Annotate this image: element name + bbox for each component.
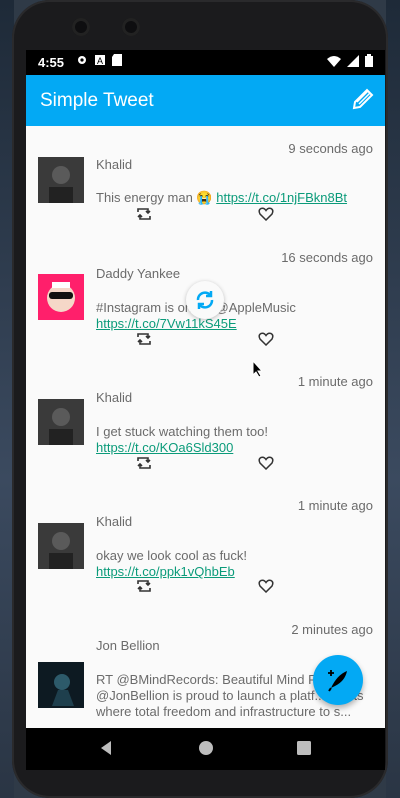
tweet-author: Khalid: [96, 390, 133, 405]
quill-icon: [328, 670, 347, 692]
gear-icon: [78, 56, 86, 64]
system-nav-bar: [26, 728, 385, 770]
app-screen: 4:55 A Simple Tweet 9 seconds ago Khalid: [26, 50, 385, 728]
heart-icon[interactable]: [258, 207, 274, 221]
wifi-icon: [327, 55, 341, 67]
tweet-body: This energy man 😭 https://t.co/1njFBkn8B…: [96, 190, 378, 206]
tweet-text: okay we look cool as fuck!: [96, 548, 248, 563]
sd-icon: [112, 54, 122, 66]
tweet-link[interactable]: https://t.co/ppk1vQhbEb: [96, 564, 235, 579]
tweet-time: 9 seconds ago: [288, 141, 373, 156]
retweet-icon[interactable]: [136, 456, 152, 470]
tweet-link[interactable]: https://t.co/KOa6Sld300: [96, 440, 233, 455]
tweet-time: 1 minute ago: [297, 374, 373, 389]
signal-icon: [347, 54, 359, 67]
retweet-icon[interactable]: [136, 207, 152, 221]
front-camera-icon: [72, 18, 90, 36]
pencil-icon[interactable]: [349, 87, 375, 113]
battery-icon: [365, 54, 373, 67]
avatar[interactable]: [38, 399, 84, 445]
avatar[interactable]: [38, 157, 84, 203]
recents-icon[interactable]: [296, 740, 312, 756]
heart-icon[interactable]: [258, 579, 274, 593]
status-bar: 4:55 A: [26, 50, 385, 75]
status-time: 4:55: [38, 55, 65, 70]
tweet-author: Jon Bellion: [96, 638, 160, 653]
front-sensor-icon: [122, 18, 140, 36]
avatar[interactable]: [38, 662, 84, 708]
home-icon[interactable]: [198, 740, 214, 756]
heart-icon[interactable]: [258, 332, 274, 346]
tweet-link[interactable]: https://t.co/1njFBkn8Bt: [216, 190, 347, 205]
a-icon: A: [95, 55, 105, 66]
tweet-author: Khalid: [96, 514, 133, 529]
avatar[interactable]: [38, 274, 84, 320]
tweet-feed[interactable]: 9 seconds ago Khalid This energy man 😭 h…: [26, 126, 385, 728]
tweet-author: Khalid: [96, 157, 133, 172]
avatar[interactable]: [38, 523, 84, 569]
tweet-text: I get stuck watching them too!: [96, 424, 268, 439]
tweet-body: okay we look cool as fuck! https://t.co/p…: [96, 548, 378, 580]
refresh-icon: [196, 291, 214, 309]
tweet-author: Daddy Yankee: [96, 266, 181, 281]
tweet-body: I get stuck watching them too! https://t.…: [96, 424, 378, 456]
heart-icon[interactable]: [258, 456, 274, 470]
refresh-spinner: [186, 281, 224, 319]
tweet-time: 1 minute ago: [297, 498, 373, 513]
mouse-cursor-icon: [252, 360, 264, 378]
app-bar: Simple Tweet: [26, 75, 385, 126]
compose-fab[interactable]: [313, 655, 363, 705]
retweet-icon[interactable]: [136, 332, 152, 346]
app-title: Simple Tweet: [40, 90, 154, 111]
tweet-time: 16 seconds ago: [281, 250, 373, 265]
svg-text:A: A: [97, 56, 103, 66]
tweet-time: 2 minutes ago: [291, 622, 373, 637]
tweet-text: This energy man 😭: [96, 190, 217, 205]
retweet-icon[interactable]: [136, 579, 152, 593]
back-icon[interactable]: [98, 740, 114, 756]
tweet-body: #Instagram is on 🔥 @AppleMusichttps://t.…: [96, 300, 378, 332]
